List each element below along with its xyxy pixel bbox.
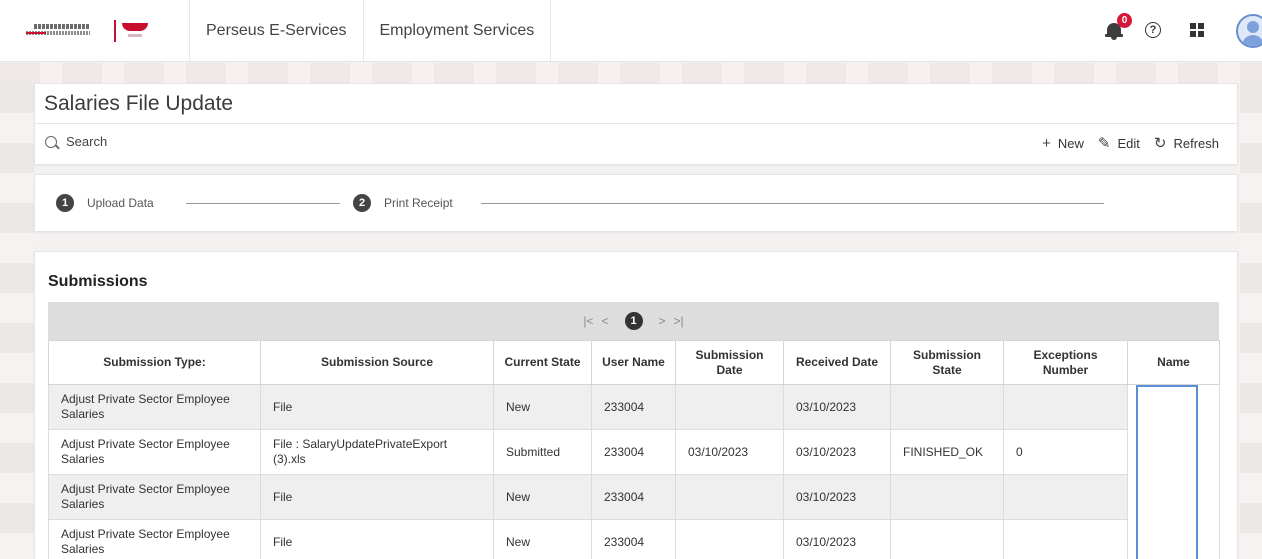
refresh-button[interactable]: ↻ Refresh bbox=[1154, 134, 1219, 152]
help-icon[interactable]: ? bbox=[1145, 22, 1161, 38]
table-cell: Adjust Private Sector Employee Salaries bbox=[48, 519, 261, 559]
decorative-pattern bbox=[0, 63, 1262, 83]
step-number: 1 bbox=[56, 194, 74, 212]
step-label: Print Receipt bbox=[384, 196, 453, 210]
toolbar-actions: + New ✎ Edit ↻ Refresh bbox=[1028, 134, 1219, 153]
decorative-pattern-left bbox=[0, 83, 34, 559]
table-header-row: Submission Type: Submission Source Curre… bbox=[48, 340, 1220, 385]
column-header[interactable]: Submission Type: bbox=[48, 340, 261, 385]
table-cell: Adjust Private Sector Employee Salaries bbox=[48, 474, 261, 520]
column-header[interactable]: User Name bbox=[591, 340, 676, 385]
new-button[interactable]: + New bbox=[1042, 135, 1084, 152]
table-cell: Submitted bbox=[493, 429, 592, 475]
table-cell: New bbox=[493, 384, 592, 430]
table-row[interactable]: Adjust Private Sector Employee Salaries … bbox=[48, 384, 1220, 559]
last-page-button[interactable]: >| bbox=[674, 314, 684, 328]
table-cell: Adjust Private Sector Employee Salaries bbox=[48, 384, 261, 430]
table-cell: 03/10/2023 bbox=[675, 429, 784, 475]
table-cell: New bbox=[493, 519, 592, 559]
table-cell: 03/10/2023 bbox=[783, 474, 891, 520]
edit-button[interactable]: ✎ Edit bbox=[1098, 134, 1140, 152]
column-header[interactable]: Submission Date bbox=[675, 340, 784, 385]
edit-label: Edit bbox=[1117, 135, 1140, 151]
first-page-button[interactable]: |< bbox=[583, 314, 593, 328]
submissions-card: Submissions |< < 1 > >| Submission Type:… bbox=[34, 251, 1238, 559]
table-cell: 03/10/2023 bbox=[783, 519, 891, 559]
submissions-title: Submissions bbox=[48, 273, 148, 290]
top-bar: Perseus E-Services Employment Services 0… bbox=[0, 0, 1262, 62]
search-label: Search bbox=[66, 134, 108, 149]
table-cell: File bbox=[260, 384, 494, 430]
column-header[interactable]: Received Date bbox=[783, 340, 891, 385]
prev-page-button[interactable]: < bbox=[601, 314, 608, 328]
table-cell bbox=[1003, 519, 1128, 559]
logo-text bbox=[26, 23, 108, 38]
notification-badge: 0 bbox=[1117, 13, 1132, 28]
table-cell: New bbox=[493, 474, 592, 520]
next-page-button[interactable]: > bbox=[659, 314, 666, 328]
table-cell: File bbox=[260, 519, 494, 559]
table-cell bbox=[675, 474, 784, 520]
column-header[interactable]: Current State bbox=[493, 340, 592, 385]
column-header[interactable]: Submission Source bbox=[260, 340, 494, 385]
wizard-steps-card: 1 Upload Data 2 Print Receipt bbox=[34, 174, 1238, 232]
logo-emblem-icon bbox=[122, 22, 148, 39]
table-row[interactable]: Adjust Private Sector Employee Salaries … bbox=[48, 429, 1220, 475]
search-icon bbox=[45, 135, 57, 148]
nav-employment-services[interactable]: Employment Services bbox=[364, 0, 552, 62]
table-cell bbox=[890, 474, 1004, 520]
pencil-icon: ✎ bbox=[1097, 135, 1111, 152]
nav-perseus-eservices[interactable]: Perseus E-Services bbox=[190, 0, 364, 62]
apps-grid-icon[interactable] bbox=[1190, 23, 1204, 37]
step-connector bbox=[186, 203, 340, 204]
step-number: 2 bbox=[353, 194, 371, 212]
table-cell: File bbox=[260, 474, 494, 520]
refresh-label: Refresh bbox=[1173, 135, 1219, 151]
table-cell: 233004 bbox=[591, 474, 676, 520]
table-row[interactable]: Adjust Private Sector Employee Salaries … bbox=[48, 474, 1220, 520]
table-cell bbox=[1003, 384, 1128, 430]
table-row[interactable]: Adjust Private Sector Employee Salaries … bbox=[48, 519, 1220, 559]
search-button[interactable]: Search bbox=[45, 134, 107, 149]
step-label: Upload Data bbox=[87, 196, 154, 210]
table-cell bbox=[890, 519, 1004, 559]
step-upload-data[interactable]: 1 Upload Data bbox=[56, 194, 154, 212]
decorative-pattern-right bbox=[1240, 83, 1262, 559]
page-header-card: Salaries File Update Search + New ✎ Edit… bbox=[34, 83, 1239, 165]
table-cell bbox=[1003, 474, 1128, 520]
new-label: New bbox=[1057, 135, 1084, 151]
table-cell: 03/10/2023 bbox=[783, 384, 891, 430]
current-page[interactable]: 1 bbox=[624, 312, 643, 330]
table-cell: 233004 bbox=[591, 384, 676, 430]
table-cell bbox=[675, 519, 784, 559]
pagination-bar: |< < 1 > >| bbox=[48, 302, 1219, 340]
step-connector bbox=[481, 203, 1104, 204]
name-column-cell bbox=[1127, 384, 1220, 559]
table-cell: 233004 bbox=[591, 519, 676, 559]
column-header[interactable]: Exceptions Number bbox=[1003, 340, 1128, 385]
refresh-icon: ↻ bbox=[1153, 135, 1167, 152]
logo[interactable] bbox=[0, 0, 190, 62]
table-cell bbox=[890, 384, 1004, 430]
table-cell: 0 bbox=[1003, 429, 1128, 475]
table-cell: FINISHED_OK bbox=[890, 429, 1004, 475]
user-avatar[interactable] bbox=[1236, 14, 1262, 48]
table-cell: 03/10/2023 bbox=[783, 429, 891, 475]
step-print-receipt[interactable]: 2 Print Receipt bbox=[353, 194, 453, 212]
plus-icon: + bbox=[1042, 134, 1051, 152]
logo-divider bbox=[114, 19, 116, 42]
submissions-table: Submission Type: Submission Source Curre… bbox=[48, 340, 1220, 559]
table-cell: Adjust Private Sector Employee Salaries bbox=[48, 429, 261, 475]
column-header[interactable]: Name bbox=[1127, 340, 1220, 385]
name-filter-box[interactable] bbox=[1136, 385, 1198, 559]
page-title: Salaries File Update bbox=[44, 92, 234, 115]
table-cell: 233004 bbox=[591, 429, 676, 475]
table-cell bbox=[675, 384, 784, 430]
column-header[interactable]: Submission State bbox=[890, 340, 1004, 385]
table-cell: File : SalaryUpdatePrivateExport (3).xls bbox=[260, 429, 494, 475]
divider bbox=[35, 123, 1239, 124]
